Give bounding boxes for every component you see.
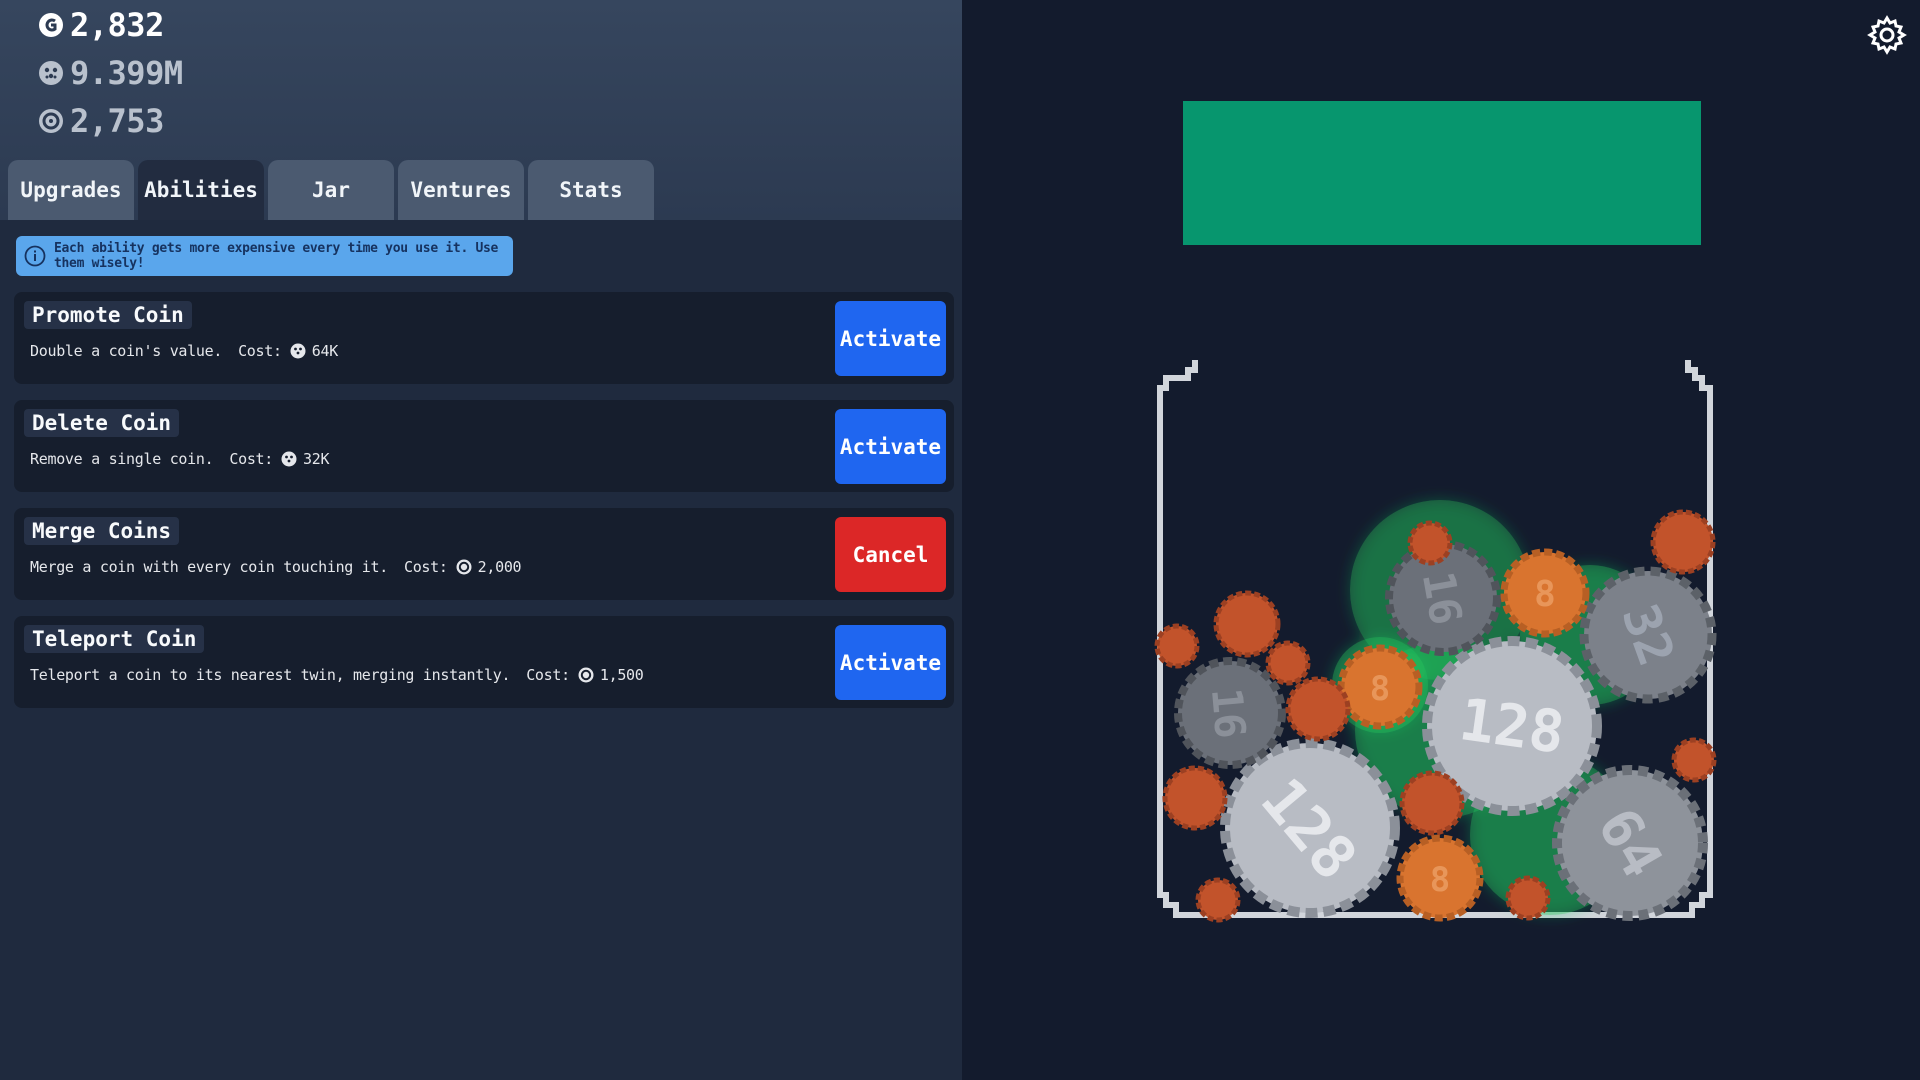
tab-ventures[interactable]: Ventures <box>398 160 524 220</box>
info-icon <box>24 245 46 267</box>
coin-small[interactable] <box>1162 765 1228 831</box>
coin-small[interactable] <box>1650 509 1716 575</box>
coin-small[interactable] <box>1399 770 1465 836</box>
coin-label: 8 <box>1534 574 1556 615</box>
info-banner: Each ability gets more expensive every t… <box>16 236 513 276</box>
coin-label: 16 <box>1202 686 1255 741</box>
cancel-button[interactable]: Cancel <box>835 517 946 592</box>
gold-currency: 2,832 <box>38 6 164 44</box>
ability-cost: 1,500 <box>599 666 644 684</box>
ability-description: Teleport a coin to its nearest twin, mer… <box>30 666 644 684</box>
activate-button[interactable]: Activate <box>835 625 946 700</box>
coin-label: 8 <box>1370 669 1390 709</box>
ability-description-text: Teleport a coin to its nearest twin, mer… <box>30 666 511 684</box>
silver-amount: 2,753 <box>70 102 164 140</box>
abilities-panel: 2,832 9.399M 2,753 Upgrades Abilities Ja… <box>0 0 962 1080</box>
cost-label: Cost: <box>238 342 282 360</box>
coin-64[interactable]: 64 <box>1552 765 1708 921</box>
ability-description: Remove a single coin. Cost: 32K <box>30 450 330 468</box>
ability-description-text: Merge a coin with every coin touching it… <box>30 558 388 576</box>
silver-currency: 2,753 <box>38 102 164 140</box>
ability-title: Merge Coins <box>24 517 180 545</box>
silver-coin-icon <box>578 667 594 683</box>
coin-small[interactable] <box>1407 520 1453 566</box>
coin-label: 128 <box>1455 685 1568 767</box>
tab-stats[interactable]: Stats <box>528 160 654 220</box>
coin-small[interactable] <box>1505 875 1551 921</box>
ability-card-merge-coins: Merge Coins Merge a coin with every coin… <box>14 508 954 600</box>
coin-128-a[interactable]: 128 <box>1220 738 1400 918</box>
ability-card-promote-coin: Promote Coin Double a coin's value. Cost… <box>14 292 954 384</box>
gold-amount: 2,832 <box>70 6 164 44</box>
coin-32[interactable]: 32 <box>1579 566 1717 704</box>
coin-small[interactable] <box>1154 623 1200 669</box>
tab-bar: Upgrades Abilities Jar Ventures Stats <box>8 160 654 220</box>
tab-abilities[interactable]: Abilities <box>138 160 264 220</box>
activate-button[interactable]: Activate <box>835 409 946 484</box>
cost-label: Cost: <box>403 558 448 576</box>
silver-coin-icon <box>456 559 472 575</box>
coin-16-b[interactable]: 16 <box>1174 657 1286 769</box>
cost-label: Cost: <box>526 666 570 684</box>
coin-8-c[interactable]: 8 <box>1396 834 1484 922</box>
coin-small[interactable] <box>1671 737 1717 783</box>
ability-cost: 32K <box>303 450 330 468</box>
coin-small[interactable] <box>1285 676 1351 742</box>
currency-header: 2,832 9.399M 2,753 Upgrades Abilities Ja… <box>0 0 962 220</box>
silver-coin-icon <box>38 108 64 134</box>
pink-currency: 9.399M <box>38 54 183 92</box>
tab-jar[interactable]: Jar <box>268 160 394 220</box>
pink-coin-icon <box>290 343 306 359</box>
coin-label: 16 <box>1412 568 1471 629</box>
ability-cost: 2,000 <box>477 558 522 576</box>
ability-card-delete-coin: Delete Coin Remove a single coin. Cost: … <box>14 400 954 492</box>
ability-cost: 64K <box>311 342 339 360</box>
cost-label: Cost: <box>229 450 274 468</box>
coin-label: 8 <box>1430 860 1450 900</box>
info-banner-text: Each ability gets more expensive every t… <box>54 241 499 271</box>
ability-title: Teleport Coin <box>24 625 205 653</box>
coin-jar[interactable]: 128 128 64 32 16 16 8 8 8 <box>1150 350 1740 940</box>
settings-button[interactable] <box>1866 14 1908 56</box>
pink-coin-icon <box>281 451 297 467</box>
activate-button[interactable]: Activate <box>835 301 946 376</box>
ability-description: Double a coin's value. Cost: 64K <box>30 342 338 360</box>
coin-small[interactable] <box>1195 877 1241 923</box>
pink-amount: 9.399M <box>70 54 183 92</box>
tab-upgrades[interactable]: Upgrades <box>8 160 134 220</box>
coin-small[interactable] <box>1265 640 1311 686</box>
gear-icon <box>1866 15 1908 60</box>
gold-coin-icon <box>38 12 64 38</box>
ability-title: Delete Coin <box>24 409 180 437</box>
ability-card-teleport-coin: Teleport Coin Teleport a coin to its nea… <box>14 616 954 708</box>
pink-coin-icon <box>38 60 64 86</box>
coin-drop-zone[interactable] <box>1183 101 1701 245</box>
ability-description: Merge a coin with every coin touching it… <box>30 558 522 576</box>
ability-description-text: Double a coin's value. <box>30 342 223 360</box>
coin-8-b[interactable]: 8 <box>1337 644 1423 730</box>
coin-8-a[interactable]: 8 <box>1500 548 1590 638</box>
coin-small[interactable] <box>1213 590 1281 658</box>
ability-description-text: Remove a single coin. <box>30 450 214 468</box>
ability-title: Promote Coin <box>24 301 192 329</box>
